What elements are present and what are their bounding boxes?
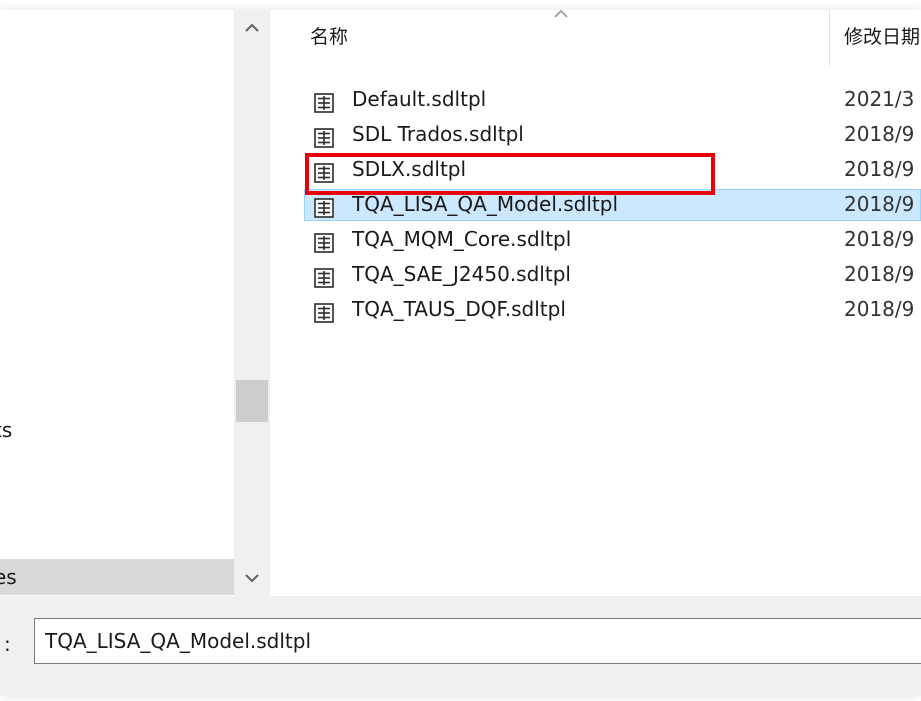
file-name: TQA_SAE_J2450.sdltpl	[352, 262, 571, 286]
file-date: 2018/9	[844, 157, 915, 181]
sort-ascending-icon	[553, 4, 569, 25]
nav-item-label: es	[0, 565, 17, 589]
file-date: 2018/9	[844, 227, 915, 251]
nav-item-documents[interactable]: ts	[0, 412, 234, 448]
file-name: SDL Trados.sdltpl	[352, 122, 524, 146]
file-row[interactable]: SDL Trados.sdltpl 2018/9	[270, 117, 921, 152]
template-file-icon	[314, 194, 334, 218]
template-file-icon	[314, 89, 334, 113]
file-row[interactable]: TQA_LISA_QA_Model.sdltpl 2018/9	[270, 187, 921, 222]
template-file-icon	[314, 264, 334, 288]
file-name: TQA_TAUS_DQF.sdltpl	[352, 297, 566, 321]
screenshot-frame: ts es 名称 修改日期	[0, 0, 921, 701]
file-row[interactable]: TQA_SAE_J2450.sdltpl 2018/9	[270, 257, 921, 292]
template-file-icon	[314, 159, 334, 183]
column-divider[interactable]	[829, 10, 830, 66]
filename-input[interactable]	[34, 618, 921, 664]
file-name: SDLX.sdltpl	[352, 157, 467, 181]
file-list-pane: 名称 修改日期 Default.sdltpl 2021/3 SDL Trados.s…	[270, 9, 921, 596]
file-name: TQA_MQM_Core.sdltpl	[352, 227, 572, 251]
column-header: 名称 修改日期	[270, 9, 921, 68]
navigation-scrollbar[interactable]	[234, 10, 270, 596]
file-row[interactable]: Default.sdltpl 2021/3	[270, 82, 921, 117]
scroll-up-icon[interactable]	[234, 10, 270, 46]
scroll-down-icon[interactable]	[234, 560, 270, 596]
nav-item-label: ts	[0, 418, 13, 442]
open-file-dialog: ts es 名称 修改日期	[0, 9, 921, 696]
file-row[interactable]: SDLX.sdltpl 2018/9	[270, 152, 921, 187]
file-date: 2018/9	[844, 192, 915, 216]
file-row[interactable]: TQA_TAUS_DQF.sdltpl 2018/9	[270, 292, 921, 327]
navigation-pane: ts es	[0, 10, 234, 596]
file-date: 2018/9	[844, 262, 915, 286]
template-file-icon	[314, 229, 334, 253]
file-list: Default.sdltpl 2021/3 SDL Trados.sdltpl 201…	[270, 82, 921, 327]
file-name: Default.sdltpl	[352, 87, 487, 111]
file-date: 2018/9	[844, 122, 915, 146]
column-header-date[interactable]: 修改日期	[844, 22, 920, 49]
filename-label: :	[4, 632, 11, 656]
file-row[interactable]: TQA_MQM_Core.sdltpl 2018/9	[270, 222, 921, 257]
column-header-name[interactable]: 名称	[310, 22, 348, 49]
template-file-icon	[314, 124, 334, 148]
file-date: 2018/9	[844, 297, 915, 321]
file-date: 2021/3	[844, 87, 915, 111]
file-name: TQA_LISA_QA_Model.sdltpl	[352, 192, 619, 216]
nav-item-selected[interactable]: es	[0, 559, 234, 595]
template-file-icon	[314, 299, 334, 323]
scrollbar-thumb[interactable]	[236, 380, 268, 422]
